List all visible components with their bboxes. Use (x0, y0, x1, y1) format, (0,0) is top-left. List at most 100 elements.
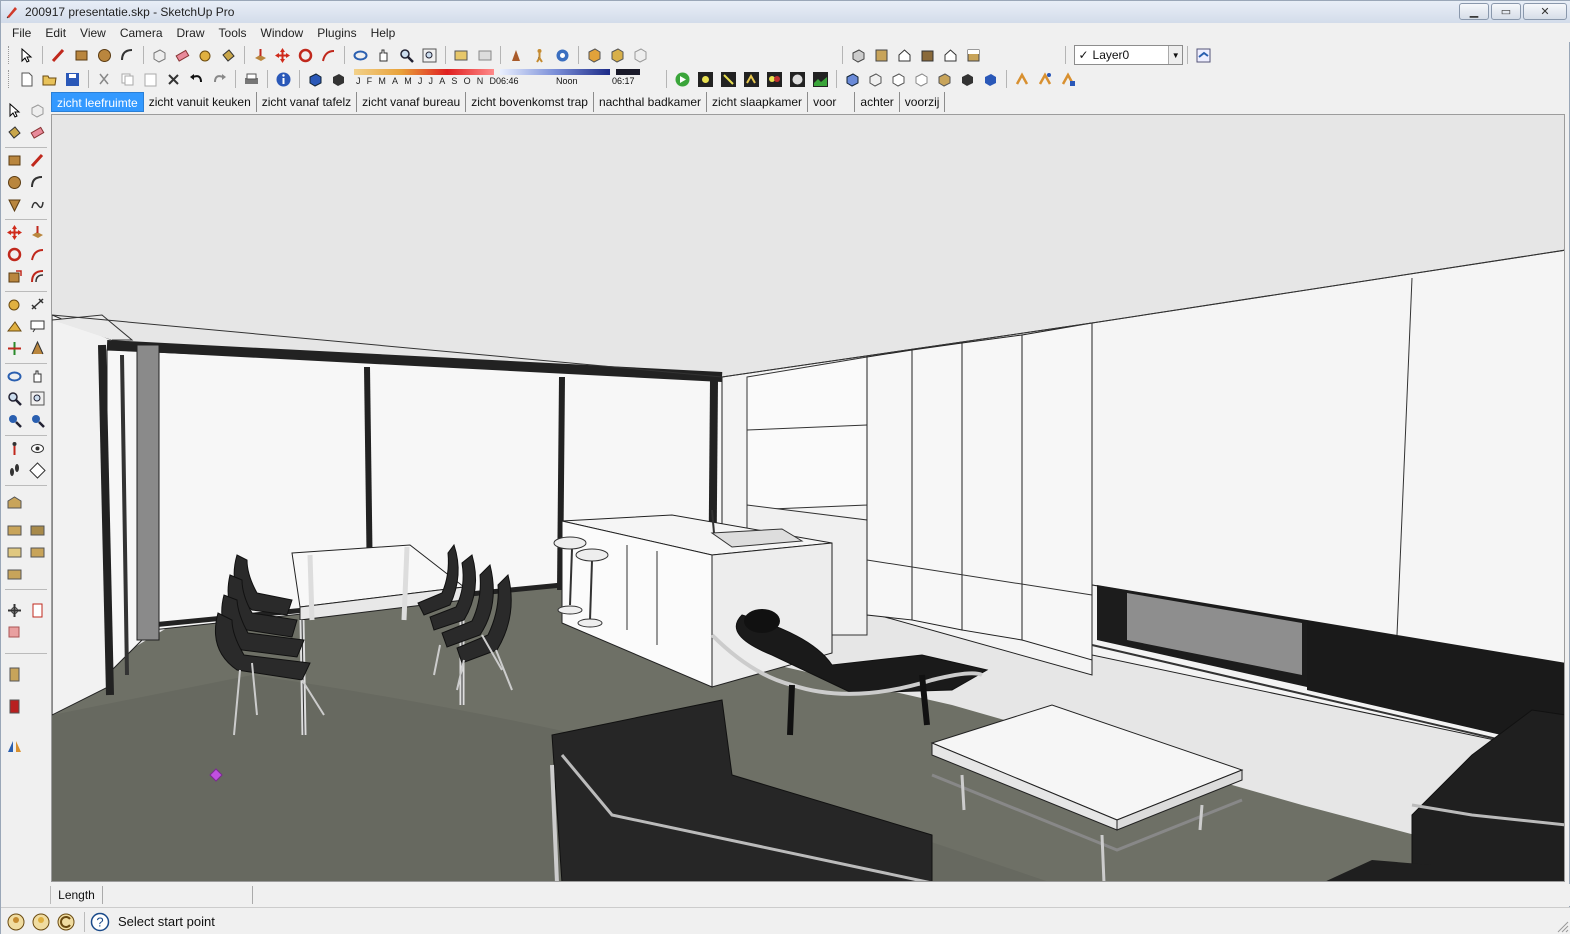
walk-icon[interactable] (530, 46, 549, 65)
right-view-icon[interactable] (918, 46, 937, 65)
toolbar-grip[interactable] (8, 46, 12, 64)
position-camera-icon[interactable] (5, 439, 24, 458)
move-icon[interactable] (5, 223, 24, 242)
xray-style-icon[interactable] (843, 70, 862, 89)
scale-icon[interactable] (5, 267, 24, 286)
monochrome-style-icon[interactable] (958, 70, 977, 89)
plugin-material-icon[interactable] (765, 70, 784, 89)
position-camera-icon[interactable] (507, 46, 526, 65)
make-component-icon[interactable] (28, 101, 47, 120)
menu-draw[interactable]: Draw (170, 26, 212, 40)
move-icon[interactable] (274, 46, 293, 65)
layer-manager-icon[interactable] (1194, 46, 1213, 65)
menu-file[interactable]: File (5, 26, 38, 40)
push-pull-icon[interactable] (28, 223, 47, 242)
plugin-small-icon[interactable] (5, 623, 24, 642)
orbit-icon[interactable] (5, 367, 24, 386)
select-icon[interactable] (17, 46, 36, 65)
scene-tab-voorzij[interactable]: voorzij (899, 92, 946, 112)
model-viewport[interactable] (51, 114, 1565, 882)
plugin-sphere-icon[interactable] (788, 70, 807, 89)
front-view-icon[interactable] (895, 46, 914, 65)
push-pull-icon[interactable] (251, 46, 270, 65)
zoom-window-icon[interactable] (28, 389, 47, 408)
move-plugin-icon[interactable] (5, 601, 24, 620)
tape-measure-icon[interactable] (196, 46, 215, 65)
sandbox-icon-2[interactable] (1036, 70, 1055, 89)
sandbox-icon-1[interactable] (1013, 70, 1032, 89)
scene-tab-zicht-vanuit-keuken[interactable]: zicht vanuit keuken (143, 92, 257, 112)
next-view-icon[interactable] (475, 46, 494, 65)
section-plane-icon[interactable] (585, 46, 604, 65)
look-around-icon[interactable] (553, 46, 572, 65)
pan-icon[interactable] (374, 46, 393, 65)
menu-edit[interactable]: Edit (38, 26, 73, 40)
help-icon[interactable]: ? (90, 912, 110, 932)
month-slider[interactable]: J F M A M J J A S O N D (354, 69, 496, 89)
plugin-light-icon[interactable] (696, 70, 715, 89)
plugin-door-icon[interactable] (5, 665, 24, 684)
shaded-style-icon[interactable] (912, 70, 931, 89)
menu-view[interactable]: View (73, 26, 113, 40)
zoom-extents-icon[interactable] (420, 46, 439, 65)
menu-tools[interactable]: Tools (212, 26, 254, 40)
zoom-icon[interactable] (397, 46, 416, 65)
cut-icon[interactable] (95, 70, 114, 89)
make-component-icon[interactable] (150, 46, 169, 65)
section-plane-icon[interactable] (28, 461, 47, 480)
model-info-icon[interactable] (274, 70, 293, 89)
maximize-button[interactable]: ▭ (1491, 3, 1521, 20)
measurement-input[interactable] (103, 886, 253, 904)
redo-icon[interactable] (210, 70, 229, 89)
scene-tab-zicht-leefruimte[interactable]: zicht leefruimte (51, 92, 144, 112)
new-file-icon[interactable] (17, 70, 36, 89)
print-icon[interactable] (242, 70, 261, 89)
resize-grip-icon[interactable] (1555, 919, 1569, 933)
top-view-icon[interactable] (872, 46, 891, 65)
paint-bucket-icon[interactable] (219, 46, 238, 65)
sign-in-icon[interactable] (56, 912, 76, 932)
plugin-green-icon[interactable] (673, 70, 692, 89)
time-slider[interactable]: 06:46 Noon 06:17 (496, 69, 640, 89)
menu-window[interactable]: Window (254, 26, 311, 40)
scene-tab-zicht-bovenkomst-trap[interactable]: zicht bovenkomst trap (466, 92, 594, 112)
sandbox-icon-3[interactable] (1059, 70, 1078, 89)
follow-me-icon[interactable] (28, 245, 47, 264)
plugin-mirror-icon[interactable] (5, 737, 24, 756)
freehand-icon[interactable] (28, 195, 47, 214)
rectangle-icon[interactable] (72, 46, 91, 65)
dimension-icon[interactable] (28, 295, 47, 314)
eraser-icon[interactable] (173, 46, 192, 65)
component-icon-4[interactable] (28, 543, 47, 562)
open-file-icon[interactable] (40, 70, 59, 89)
back-view-icon[interactable] (941, 46, 960, 65)
component-icon-2[interactable] (28, 521, 47, 540)
look-around-icon[interactable] (28, 439, 47, 458)
walk-icon[interactable] (5, 461, 24, 480)
previous-view-icon[interactable] (452, 46, 471, 65)
rotate-icon[interactable] (296, 46, 315, 65)
delete-icon[interactable] (164, 70, 183, 89)
protractor-icon[interactable] (5, 317, 24, 336)
plugin-red-icon[interactable] (5, 697, 24, 716)
menu-camera[interactable]: Camera (113, 26, 170, 40)
select-icon[interactable] (5, 101, 24, 120)
scene-tab-zicht-vanaf-bureau[interactable]: zicht vanaf bureau (357, 92, 467, 112)
offset-icon[interactable] (28, 267, 47, 286)
circle-icon[interactable] (5, 173, 24, 192)
page-plugin-icon[interactable] (28, 601, 47, 620)
close-button[interactable]: ✕ (1523, 3, 1567, 20)
warehouse-icon[interactable] (5, 493, 24, 512)
copy-icon[interactable] (118, 70, 137, 89)
arc-icon[interactable] (28, 173, 47, 192)
layer-dropdown[interactable]: ✓ Layer0 ▼ (1073, 45, 1184, 65)
left-view-icon[interactable] (964, 46, 983, 65)
plugin-spot-icon[interactable] (719, 70, 738, 89)
section-cuts-icon[interactable] (631, 46, 650, 65)
shadows-toggle-icon[interactable] (306, 70, 325, 89)
zoom-icon[interactable] (5, 389, 24, 408)
arc-icon[interactable] (118, 46, 137, 65)
follow-me-icon[interactable] (319, 46, 338, 65)
rectangle-icon[interactable] (5, 151, 24, 170)
zoom-extents-icon[interactable] (28, 411, 47, 430)
